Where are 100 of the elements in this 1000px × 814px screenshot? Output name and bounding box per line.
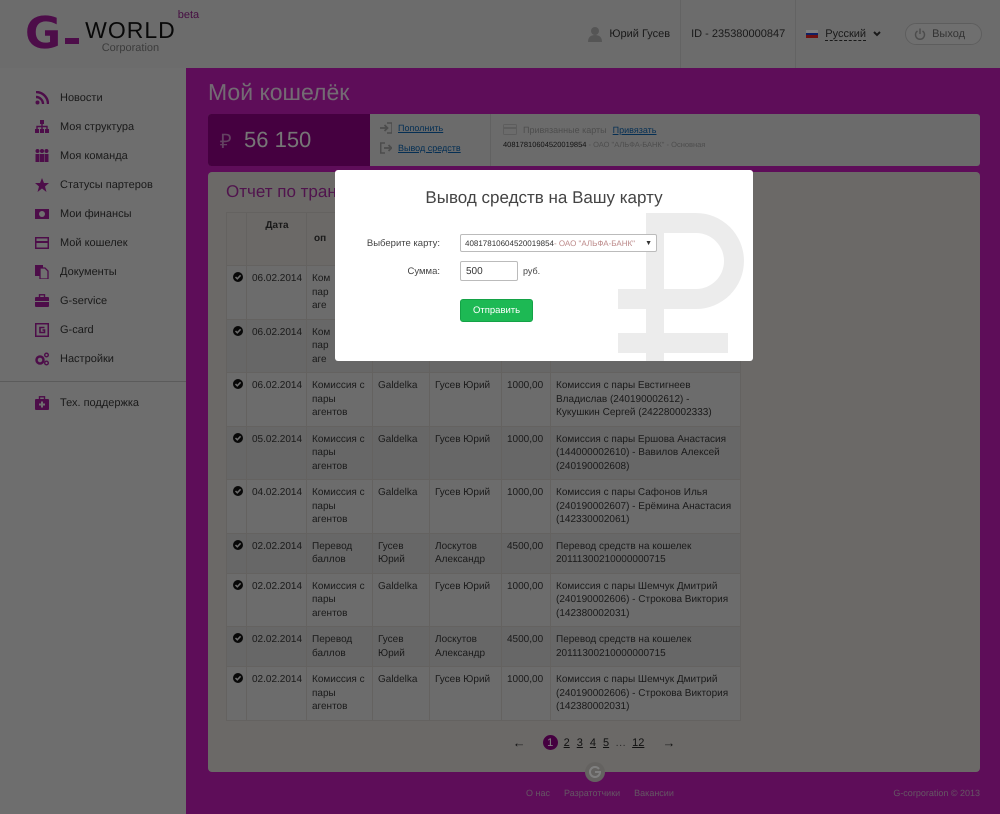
table-cell: 05.02.2014: [246, 426, 306, 480]
sidebar-item[interactable]: Моя структура: [0, 112, 186, 141]
footer-link[interactable]: Разратотчики: [564, 788, 620, 798]
table-cell: Galdelka: [372, 666, 430, 720]
table-cell: Лоскутов Александр: [430, 626, 502, 666]
check-circle-icon: [233, 486, 243, 496]
caret-icon: [873, 31, 882, 37]
sidebar-item[interactable]: G-service: [0, 286, 186, 315]
language-selector[interactable]: Русский: [825, 28, 866, 40]
table-cell: Комиссия с пары Шемчук Дмитрий (240190002606) - Строкова Виктория (142380002031): [550, 666, 740, 720]
table-cell: Перевод средств на кошелек 20111300210000000715: [550, 533, 740, 573]
page-title: Мой кошелёк: [208, 78, 350, 106]
table-cell: Лоскутов Александр: [430, 533, 502, 573]
sidebar-item[interactable]: Новости: [0, 83, 186, 112]
attach-link[interactable]: Привязать: [612, 124, 656, 134]
table-cell: Перевод средств на кошелек 20111300210000000715: [550, 626, 740, 666]
check-circle-icon: [233, 673, 243, 683]
table-cell: Комиссия с пары агентов: [306, 372, 372, 426]
check-circle-icon: [233, 633, 243, 643]
gears-icon: [35, 352, 49, 366]
page-link[interactable]: 12: [631, 736, 646, 748]
user-id: ID - 235380000847: [691, 28, 786, 40]
table-cell: Комиссия с пары Ершова Анастасия (144000002610) - Вавилов Алексей (240190002608): [550, 426, 740, 480]
copyright: G-corporation © 2013: [893, 788, 980, 798]
logo-name: WORLD: [85, 18, 176, 42]
table-cell: Комиссия с пары агентов: [306, 480, 372, 533]
balance-amount: 56 150: [244, 127, 312, 153]
sign-in-icon: [380, 122, 392, 134]
sidebar-item[interactable]: Мои финансы: [0, 199, 186, 228]
check-circle-icon: [233, 580, 243, 590]
table-cell: Перевод баллов: [306, 533, 372, 573]
card-icon: [35, 236, 49, 250]
check-circle-icon: [233, 540, 243, 550]
page-link[interactable]: 3: [576, 736, 584, 748]
sidebar-item[interactable]: Документы: [0, 257, 186, 286]
footer-link[interactable]: О нас: [526, 788, 550, 798]
sidebar-item[interactable]: Статусы партеров: [0, 170, 186, 199]
logout-button[interactable]: Выход: [905, 23, 982, 45]
table-cell: Комиссия с пары агентов: [306, 426, 372, 480]
table-cell: Galdelka: [372, 480, 430, 533]
table-cell: Galdelka: [372, 573, 430, 626]
sidebar-item[interactable]: Тех. поддержка: [0, 388, 186, 417]
page-ellipsis: …: [615, 736, 626, 748]
first-aid-icon: [35, 396, 49, 410]
previous-page-link[interactable]: ←: [512, 735, 526, 750]
g-card-icon: [35, 322, 49, 336]
action-link[interactable]: Пополнить: [398, 123, 444, 133]
table-cell: 06.02.2014: [246, 372, 306, 426]
currency-unit: руб.: [523, 266, 540, 276]
sidebar-item[interactable]: G-card: [0, 315, 186, 344]
page-link[interactable]: 1: [542, 735, 558, 750]
table-cell: 06.02.2014: [246, 266, 306, 319]
table-cell: Комиссия с пары Сафонов Илья (240190002607) - Ерёмина Анастасия (142330002061): [550, 480, 740, 533]
check-circle-icon: [233, 326, 243, 336]
flag-icon: [806, 30, 818, 38]
table-cell: Гусев Юрий: [430, 480, 502, 533]
page-link[interactable]: 4: [588, 736, 597, 748]
table-cell: 02.02.2014: [246, 626, 306, 666]
logo-dash-icon: [65, 38, 80, 44]
table-cell: 4500,00: [502, 533, 550, 573]
page-link[interactable]: 2: [562, 736, 571, 748]
people-icon: [35, 148, 49, 162]
action-link[interactable]: Вывод средств: [398, 143, 461, 153]
table-cell: 04.02.2014: [246, 480, 306, 533]
table-cell: Гусев Юрий: [430, 372, 502, 426]
g-logo-icon: [585, 762, 605, 782]
table-cell: 1000,00: [502, 573, 550, 626]
table-cell: Гусев Юрий: [430, 666, 502, 720]
check-circle-icon: [233, 432, 243, 442]
sidebar-item[interactable]: Настройки: [0, 344, 186, 373]
table-cell: 06.02.2014: [246, 319, 306, 372]
check-circle-icon: [233, 379, 243, 389]
user-name[interactable]: Юрий Гусев: [609, 28, 670, 40]
table-cell: Гусев Юрий: [372, 626, 430, 666]
briefcase-icon: [35, 294, 49, 308]
table-cell: 4500,00: [502, 626, 550, 666]
amount-label: Сумма:: [406, 266, 440, 276]
table-cell: 1000,00: [502, 666, 550, 720]
table-cell: 02.02.2014: [246, 666, 306, 720]
star-icon: [35, 178, 49, 192]
rss-icon: [35, 90, 49, 104]
table-cell: 02.02.2014: [246, 573, 306, 626]
amount-field[interactable]: 500: [460, 261, 518, 281]
table-cell: Galdelka: [372, 372, 430, 426]
table-cell: Комиссия с пары агентов: [306, 666, 372, 720]
table-cell: Перевод баллов: [306, 626, 372, 666]
page-link[interactable]: 5: [602, 736, 610, 748]
footer-link[interactable]: Вакансии: [634, 788, 674, 798]
power-icon: [914, 28, 926, 40]
table-cell: 02.02.2014: [246, 533, 306, 573]
banknote-icon: [35, 206, 49, 220]
beta-label: beta: [178, 9, 200, 21]
currency-sign: ₽: [220, 130, 232, 154]
next-page-link[interactable]: →: [662, 735, 676, 750]
sidebar-item[interactable]: Моя команда: [0, 141, 186, 170]
report-title: Отчет по тран: [226, 182, 337, 202]
table-cell: Гусев Юрий: [430, 573, 502, 626]
submit-button[interactable]: Отправить: [460, 299, 534, 322]
table-cell: Гусев Юрий: [430, 426, 502, 480]
sidebar-item[interactable]: Мой кошелек: [0, 228, 186, 257]
